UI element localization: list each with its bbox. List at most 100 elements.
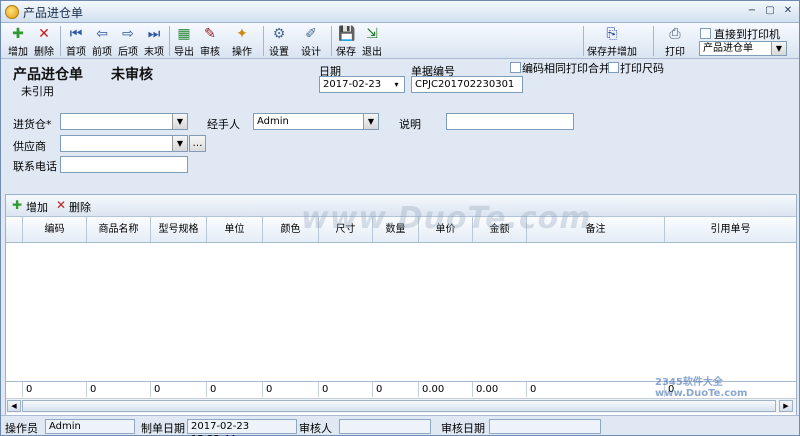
wand-icon: ✦ xyxy=(236,26,248,42)
footer-indicator xyxy=(6,382,23,397)
main-toolbar: ✚ 增加 ✕ 删除 ⏮ 首项 ⇦ 前项 ⇨ 后项 ⏭ 末项 ▦ 导出 ✎ 审核 … xyxy=(1,23,799,59)
footer-cell: 0 xyxy=(373,382,419,397)
minimize-icon[interactable]: − xyxy=(745,5,759,18)
site-watermark: www.DuoTe.com xyxy=(301,201,592,236)
export-button[interactable]: ▦ 导出 xyxy=(171,25,197,58)
chevron-down-icon: ▼ xyxy=(172,114,187,129)
design-button[interactable]: ✐ 设计 xyxy=(295,25,327,58)
close-icon[interactable]: ✕ xyxy=(781,5,795,18)
footer-cell: 0 xyxy=(23,382,87,397)
first-icon: ⏮ xyxy=(69,26,83,42)
printer-icon: ⎙ xyxy=(669,26,681,42)
auditor-label: 审核人 xyxy=(299,422,332,435)
operator-label: 操作员 xyxy=(5,422,38,435)
row-indicator-header xyxy=(6,217,23,242)
app-icon xyxy=(5,5,19,19)
toolbar-separator xyxy=(60,26,61,56)
warehouse-select[interactable]: ▼ xyxy=(60,113,188,130)
add-button[interactable]: ✚ 增加 xyxy=(5,25,31,58)
prev-button[interactable]: ⇦ 前项 xyxy=(89,25,115,58)
main-window: 产品进仓单 − ▢ ✕ ✚ 增加 ✕ 删除 ⏮ 首项 ⇦ 前项 ⇨ 后项 ⏭ 末… xyxy=(0,0,800,436)
merge-print-label: 编码相同打印合并 xyxy=(522,62,610,75)
operate-button[interactable]: ✦ 操作 xyxy=(225,25,259,58)
audit-status: 未审核 xyxy=(111,67,153,83)
chevron-down-icon: ▼ xyxy=(363,114,378,129)
created-field: 2017-02-23 15:22:44 xyxy=(187,419,297,436)
note-field[interactable] xyxy=(446,113,574,130)
toolbar-separator xyxy=(583,26,584,56)
note-label: 说明 xyxy=(399,118,421,131)
print-template-select[interactable]: 产品进仓单 ▼ xyxy=(699,41,787,56)
phone-label: 联系电话 xyxy=(13,160,57,173)
print-size-label: 打印尺码 xyxy=(620,62,664,75)
delete-icon: ✕ xyxy=(38,26,50,42)
scroll-left-icon[interactable]: ◀ xyxy=(7,400,21,412)
prev-icon: ⇦ xyxy=(96,26,108,42)
audit-date-field xyxy=(489,419,601,434)
direct-print-checkbox[interactable] xyxy=(700,28,711,39)
delete-row-button[interactable]: 删除 xyxy=(69,199,91,215)
chevron-down-icon: ▼ xyxy=(172,136,187,151)
supplier-browse-button[interactable]: … xyxy=(189,135,206,152)
footer-cell: 0 xyxy=(527,382,665,397)
toolbar-separator xyxy=(331,26,332,56)
scroll-thumb[interactable] xyxy=(22,400,776,412)
delete-row-icon[interactable]: ✕ xyxy=(56,198,66,212)
form-panel: 产品进仓单 未审核 未引用 日期 2017-02-23 ▾ 单据编号 CPJC2… xyxy=(5,60,797,193)
chevron-down-icon: ▼ xyxy=(771,42,786,55)
print-size-checkbox[interactable] xyxy=(608,62,619,73)
supplier-select[interactable]: ▼ xyxy=(60,135,188,152)
save-add-button[interactable]: ⎘ 保存并增加 xyxy=(586,25,638,58)
audit-date-label: 审核日期 xyxy=(441,422,485,435)
footer-cell: 0 xyxy=(87,382,151,397)
chevron-down-icon: ▾ xyxy=(394,80,399,89)
scroll-right-icon[interactable]: ▶ xyxy=(779,400,793,412)
toolbar-separator xyxy=(263,26,264,56)
maximize-icon[interactable]: ▢ xyxy=(763,5,777,18)
add-row-button[interactable]: 增加 xyxy=(26,199,48,215)
handler-select[interactable]: Admin ▼ xyxy=(253,113,379,130)
exit-icon: ⇲ xyxy=(366,26,378,42)
col-header-name[interactable]: 商品名称 xyxy=(87,217,151,242)
created-label: 制单日期 xyxy=(141,422,185,435)
title-bar: 产品进仓单 − ▢ ✕ xyxy=(1,1,799,23)
col-header-spec[interactable]: 型号规格 xyxy=(151,217,207,242)
add-row-icon[interactable]: ✚ xyxy=(12,198,22,212)
docno-field[interactable]: CPJC201702230301 xyxy=(411,76,523,93)
footer-cell: 0.00 xyxy=(419,382,473,397)
grid-body[interactable] xyxy=(6,243,796,381)
merge-print-checkbox[interactable] xyxy=(510,62,521,73)
audit-icon: ✎ xyxy=(204,26,216,42)
operator-field: Admin xyxy=(45,419,135,434)
warehouse-label: 进货仓* xyxy=(13,118,52,131)
status-bar: 操作员 Admin 制单日期 2017-02-23 15:22:44 审核人 审… xyxy=(1,415,799,436)
horizontal-scrollbar[interactable]: ◀ ▶ xyxy=(6,398,796,413)
footer-cell: 0 xyxy=(263,382,319,397)
delete-button[interactable]: ✕ 删除 xyxy=(31,25,57,58)
direct-print-label: 直接到打印机 xyxy=(714,28,780,41)
col-header-code[interactable]: 编码 xyxy=(23,217,87,242)
ref-status: 未引用 xyxy=(21,85,54,98)
next-icon: ⇨ xyxy=(122,26,134,42)
supplier-label: 供应商 xyxy=(13,140,46,153)
settings-button[interactable]: ⚙ 设置 xyxy=(266,25,292,58)
first-button[interactable]: ⏮ 首项 xyxy=(63,25,89,58)
date-picker[interactable]: 2017-02-23 ▾ xyxy=(319,76,405,93)
next-button[interactable]: ⇨ 后项 xyxy=(115,25,141,58)
footer-cell: 0 xyxy=(319,382,373,397)
save-icon: 💾 xyxy=(338,26,356,42)
design-icon: ✐ xyxy=(305,26,317,42)
save-button[interactable]: 💾 保存 xyxy=(333,25,359,58)
exit-button[interactable]: ⇲ 退出 xyxy=(359,25,385,58)
window-title: 产品进仓单 xyxy=(23,6,84,20)
phone-field[interactable] xyxy=(60,156,188,173)
print-button[interactable]: ⎙ 打印 xyxy=(657,25,693,58)
col-header-unit[interactable]: 单位 xyxy=(207,217,263,242)
doc-title: 产品进仓单 xyxy=(13,67,83,83)
toolbar-separator xyxy=(169,26,170,56)
auditor-field xyxy=(339,419,431,434)
col-header-ref[interactable]: 引用单号 xyxy=(665,217,796,242)
footer-cell: 0 xyxy=(151,382,207,397)
last-button[interactable]: ⏭ 末项 xyxy=(141,25,167,58)
audit-button[interactable]: ✎ 审核 xyxy=(197,25,223,58)
